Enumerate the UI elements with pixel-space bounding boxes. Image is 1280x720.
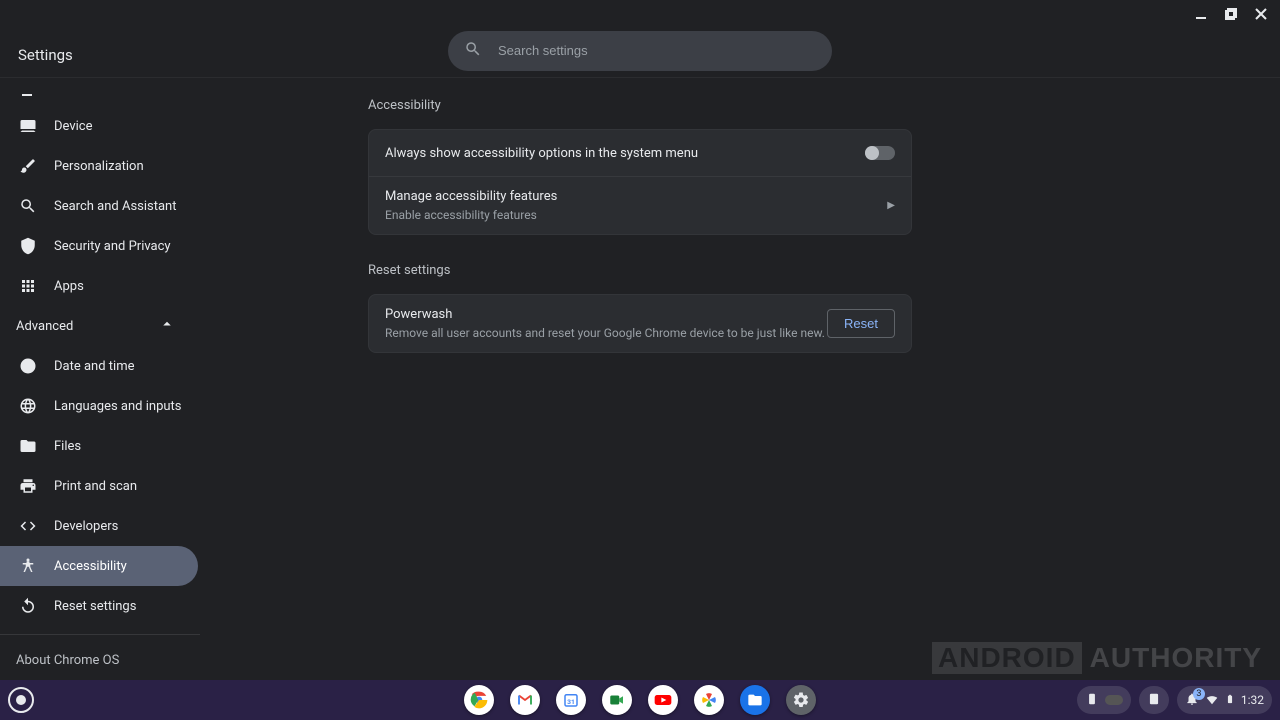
reset-button[interactable]: Reset bbox=[827, 309, 895, 338]
sidebar-item-about[interactable]: About Chrome OS bbox=[0, 635, 250, 680]
sidebar-item-print-scan[interactable]: Print and scan bbox=[0, 466, 250, 506]
header-bar: Settings bbox=[0, 0, 1280, 78]
meet-icon[interactable] bbox=[602, 685, 632, 715]
globe-icon bbox=[18, 397, 38, 415]
phone-hub-pill[interactable] bbox=[1077, 686, 1131, 714]
reset-icon bbox=[18, 597, 38, 615]
phone-icon bbox=[1085, 692, 1099, 709]
search-input[interactable] bbox=[498, 43, 816, 58]
sidebar-advanced-label: Advanced bbox=[16, 319, 73, 334]
wifi-icon bbox=[1205, 692, 1219, 709]
sidebar-item-label: Files bbox=[54, 439, 81, 454]
svg-text:31: 31 bbox=[567, 698, 575, 706]
sidebar-item-label: Personalization bbox=[54, 159, 144, 174]
reset-card: Powerwash Remove all user accounts and r… bbox=[368, 294, 912, 353]
manage-features-title: Manage accessibility features bbox=[385, 189, 887, 204]
sidebar-item-security-privacy[interactable]: Security and Privacy bbox=[0, 226, 250, 266]
folder-icon bbox=[18, 437, 38, 455]
scroll-indicator bbox=[22, 94, 32, 96]
launcher-button[interactable] bbox=[8, 687, 34, 713]
main-content: Accessibility Always show accessibility … bbox=[368, 88, 912, 353]
notification-badge: 3 bbox=[1193, 688, 1205, 700]
sidebar-about-label: About Chrome OS bbox=[16, 653, 119, 668]
chevron-up-icon bbox=[158, 315, 176, 337]
sidebar-item-label: Reset settings bbox=[54, 599, 136, 614]
sidebar-item-label: Accessibility bbox=[54, 559, 127, 574]
sidebar-item-personalization[interactable]: Personalization bbox=[0, 146, 250, 186]
printer-icon bbox=[18, 477, 38, 495]
hub-blob-icon bbox=[1105, 695, 1123, 705]
battery-icon bbox=[1225, 692, 1235, 709]
laptop-icon bbox=[18, 117, 38, 135]
youtube-icon[interactable] bbox=[648, 685, 678, 715]
shield-icon bbox=[18, 237, 38, 255]
sidebar-item-files[interactable]: Files bbox=[0, 426, 250, 466]
manage-features-row[interactable]: Manage accessibility features Enable acc… bbox=[369, 176, 911, 234]
sidebar-item-label: Print and scan bbox=[54, 479, 137, 494]
calendar-icon[interactable]: 31 bbox=[556, 685, 586, 715]
watermark-boxed: ANDROID bbox=[932, 642, 1082, 674]
sidebar-item-date-time[interactable]: Date and time bbox=[0, 346, 250, 386]
clock-text: 1:32 bbox=[1241, 693, 1264, 707]
shelf-apps: 31 bbox=[464, 685, 816, 715]
sidebar-item-reset-settings[interactable]: Reset settings bbox=[0, 586, 250, 626]
accessibility-card: Always show accessibility options in the… bbox=[368, 129, 912, 235]
sidebar: Device Personalization Search and Assist… bbox=[0, 78, 250, 680]
always-show-row[interactable]: Always show accessibility options in the… bbox=[369, 130, 911, 176]
sidebar-item-search-assistant[interactable]: Search and Assistant bbox=[0, 186, 250, 226]
gmail-icon[interactable] bbox=[510, 685, 540, 715]
brush-icon bbox=[18, 157, 38, 175]
search-icon bbox=[18, 197, 38, 215]
sidebar-item-label: Device bbox=[54, 119, 93, 134]
chrome-icon[interactable] bbox=[464, 685, 494, 715]
tablet-pill[interactable] bbox=[1139, 686, 1169, 714]
system-tray[interactable]: 3 1:32 bbox=[1177, 686, 1272, 714]
powerwash-title: Powerwash bbox=[385, 307, 827, 322]
shelf-status-area: 3 1:32 bbox=[1077, 686, 1272, 714]
apps-grid-icon bbox=[18, 277, 38, 295]
sidebar-item-label: Search and Assistant bbox=[54, 199, 177, 214]
sidebar-item-label: Security and Privacy bbox=[54, 239, 171, 254]
manage-features-sub: Enable accessibility features bbox=[385, 208, 887, 222]
chevron-right-icon: ▶ bbox=[887, 200, 895, 211]
sidebar-item-accessibility[interactable]: Accessibility bbox=[0, 546, 198, 586]
always-show-toggle[interactable] bbox=[865, 146, 895, 160]
sidebar-item-device[interactable]: Device bbox=[0, 106, 250, 146]
clock-icon bbox=[18, 357, 38, 375]
sidebar-item-label: Apps bbox=[54, 279, 84, 294]
sidebar-item-languages-inputs[interactable]: Languages and inputs bbox=[0, 386, 250, 426]
sidebar-item-label: Languages and inputs bbox=[54, 399, 182, 414]
photos-icon[interactable] bbox=[694, 685, 724, 715]
window-controls bbox=[1194, 0, 1280, 28]
powerwash-sub: Remove all user accounts and reset your … bbox=[385, 326, 827, 340]
settings-icon[interactable] bbox=[786, 685, 816, 715]
always-show-label: Always show accessibility options in the… bbox=[385, 146, 865, 161]
watermark: ANDROID AUTHORITY bbox=[932, 642, 1262, 674]
tablet-icon bbox=[1147, 692, 1161, 709]
page-title: Settings bbox=[18, 46, 73, 64]
accessibility-section-title: Accessibility bbox=[368, 98, 912, 113]
accessibility-icon bbox=[18, 557, 38, 575]
powerwash-row: Powerwash Remove all user accounts and r… bbox=[369, 295, 911, 352]
search-icon bbox=[464, 40, 482, 62]
minimize-button[interactable] bbox=[1194, 7, 1208, 21]
sidebar-item-label: Developers bbox=[54, 519, 118, 534]
reset-section-title: Reset settings bbox=[368, 263, 912, 278]
sidebar-item-label: Date and time bbox=[54, 359, 135, 374]
sidebar-advanced-header[interactable]: Advanced bbox=[0, 306, 250, 346]
notification-icon: 3 bbox=[1185, 692, 1199, 709]
code-icon bbox=[18, 517, 38, 535]
sidebar-item-apps[interactable]: Apps bbox=[0, 266, 250, 306]
sidebar-item-developers[interactable]: Developers bbox=[0, 506, 250, 546]
shelf-taskbar: 31 3 1:32 bbox=[0, 680, 1280, 720]
files-icon[interactable] bbox=[740, 685, 770, 715]
watermark-rest: AUTHORITY bbox=[1090, 642, 1262, 674]
close-button[interactable] bbox=[1254, 7, 1268, 21]
search-box[interactable] bbox=[448, 31, 832, 71]
restore-button[interactable] bbox=[1224, 7, 1238, 21]
